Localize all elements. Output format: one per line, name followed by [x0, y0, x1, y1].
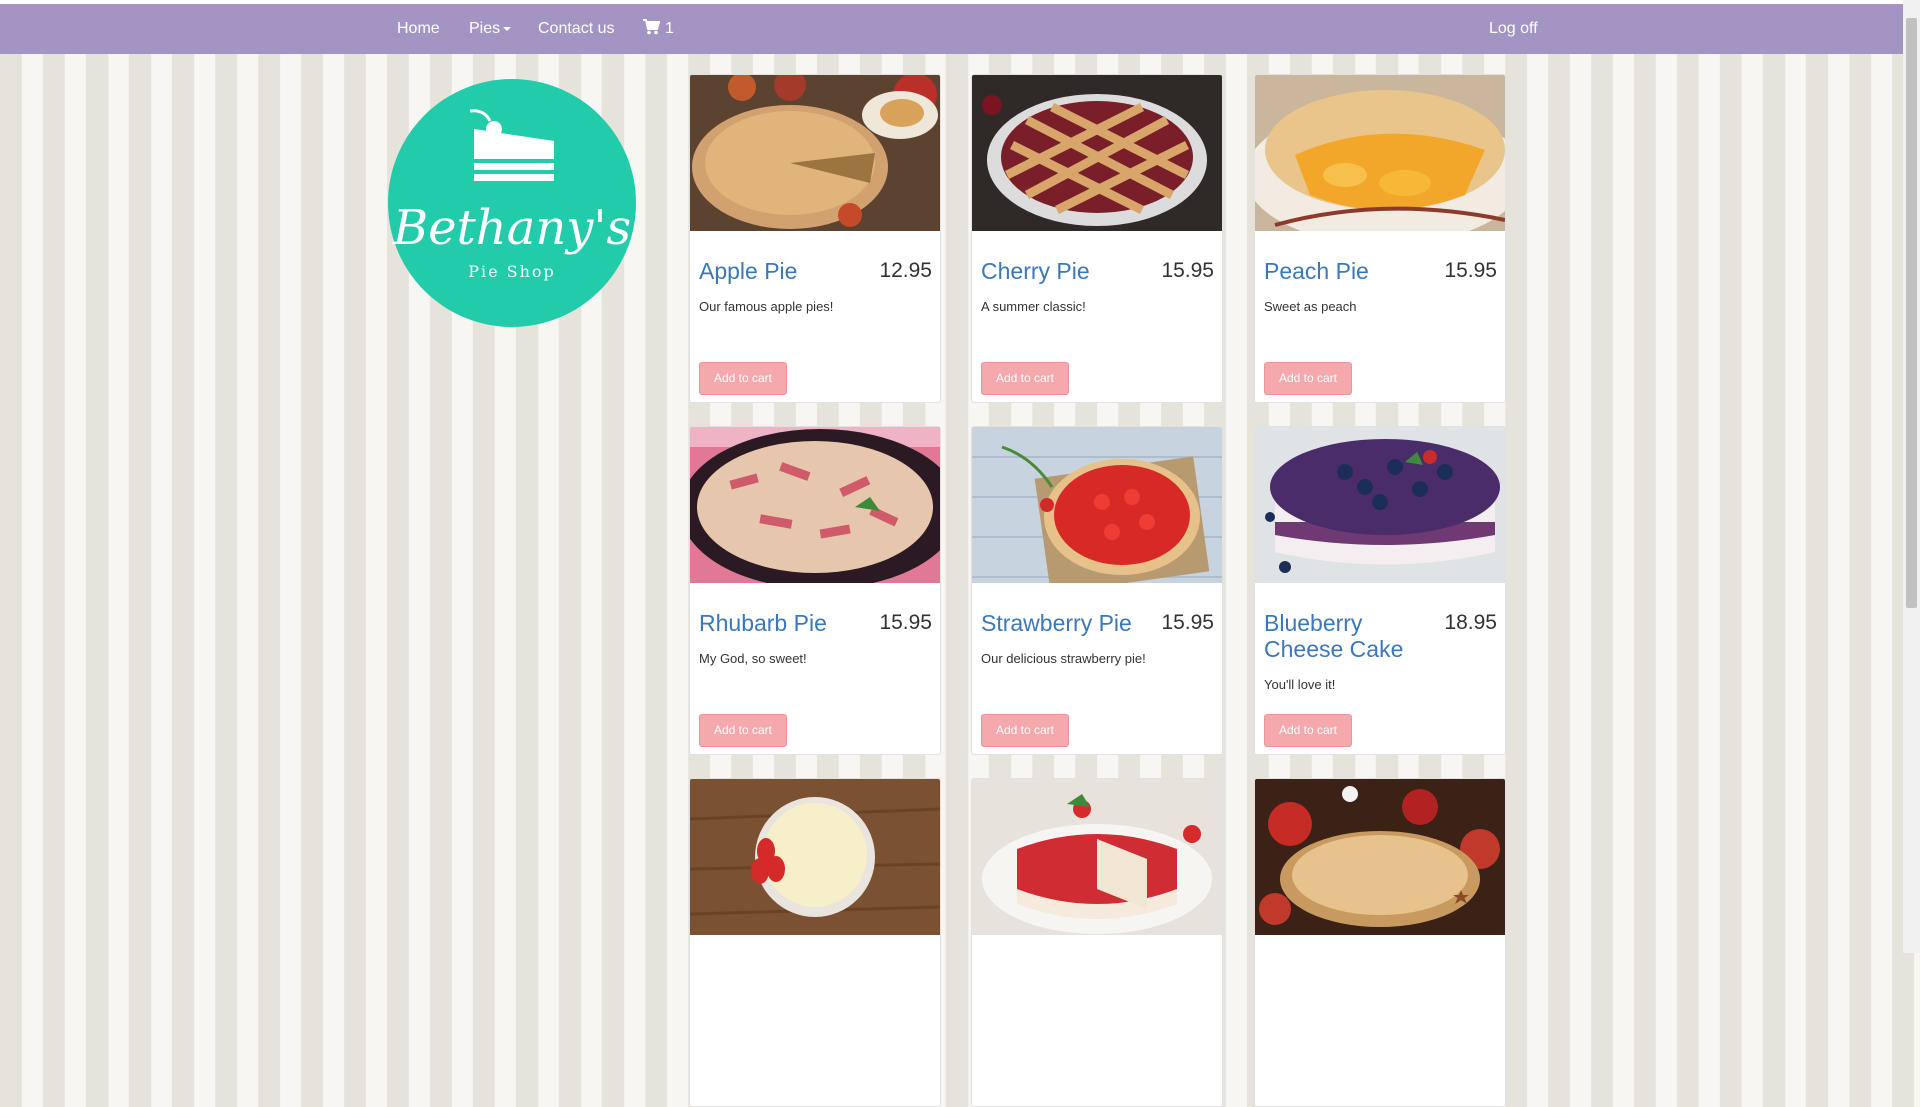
product-name[interactable]: Peach Pie [1264, 258, 1434, 284]
peach-pie-image[interactable] [1255, 75, 1505, 231]
nav-contact-link[interactable]: Contact us [538, 4, 614, 54]
strawberry-pie-image[interactable] [972, 427, 1222, 583]
bethanys-logo[interactable]: Bethany's Pie Shop [388, 79, 636, 327]
apple-pie-image[interactable] [690, 75, 940, 231]
product-name[interactable]: Apple Pie [699, 258, 869, 284]
product-price: 15.95 [1444, 259, 1497, 282]
rhubarb-pie-image[interactable] [690, 427, 940, 583]
add-to-cart-button[interactable]: Add to cart [981, 362, 1069, 395]
product-price: 18.95 [1444, 611, 1497, 634]
scrollbar-thumb[interactable] [1906, 18, 1917, 608]
cart-count: 1 [665, 20, 674, 37]
product-name[interactable]: Rhubarb Pie [699, 610, 869, 636]
product-name[interactable]: Blueberry Cheese Cake [1264, 610, 1434, 662]
product-description: Sweet as peach [1264, 299, 1357, 314]
shopping-cart-icon [643, 19, 660, 35]
product-card-row3-1 [689, 778, 941, 1107]
product-card-strawberry-pie: Strawberry Pie 15.95 Our delicious straw… [971, 426, 1223, 755]
product-card-cherry-pie: Cherry Pie 15.95 A summer classic! Add t… [971, 74, 1223, 403]
nav-cart-link[interactable]: 1 [643, 4, 674, 54]
product-card-row3-3 [1254, 778, 1506, 1107]
product-card-peach-pie: Peach Pie 15.95 Sweet as peach Add to ca… [1254, 74, 1506, 403]
cherry-pie-image[interactable] [972, 75, 1222, 231]
product-price: 15.95 [879, 611, 932, 634]
caret-down-icon [503, 26, 512, 31]
add-to-cart-button[interactable]: Add to cart [699, 714, 787, 747]
cheesecake-image[interactable] [690, 779, 940, 935]
product-card-rhubarb-pie: Rhubarb Pie 15.95 My God, so sweet! Add … [689, 426, 941, 755]
christmas-apple-pie-image[interactable] [1255, 779, 1505, 935]
logo-tagline: Pie Shop [468, 262, 556, 281]
product-price: 12.95 [879, 259, 932, 282]
product-description: You'll love it! [1264, 677, 1336, 692]
blueberry-cheese-cake-image[interactable] [1255, 427, 1505, 583]
add-to-cart-button[interactable]: Add to cart [981, 714, 1069, 747]
strawberry-cheese-cake-image[interactable] [972, 779, 1222, 935]
product-description: Our famous apple pies! [699, 299, 834, 314]
add-to-cart-button[interactable]: Add to cart [1264, 714, 1352, 747]
product-price: 15.95 [1161, 611, 1214, 634]
product-description: Our delicious strawberry pie! [981, 651, 1146, 666]
add-to-cart-button[interactable]: Add to cart [1264, 362, 1352, 395]
product-name[interactable]: Strawberry Pie [981, 610, 1151, 636]
product-price: 15.95 [1161, 259, 1214, 282]
nav-pies-label: Pies [469, 20, 501, 37]
nav-logoff-link[interactable]: Log off [1489, 4, 1538, 54]
nav-pies-dropdown[interactable]: Pies [469, 4, 512, 54]
product-description: A summer classic! [981, 299, 1086, 314]
product-card-row3-2 [971, 778, 1223, 1107]
add-to-cart-button[interactable]: Add to cart [699, 362, 787, 395]
logo-brand-name: Bethany's [392, 200, 631, 256]
product-card-apple-pie: Apple Pie 12.95 Our famous apple pies! A… [689, 74, 941, 403]
top-navbar: Home Pies Contact us 1 Log off [0, 4, 1903, 54]
nav-home-link[interactable]: Home [397, 4, 440, 54]
product-card-blueberry-cheese-cake: Blueberry Cheese Cake 18.95 You'll love … [1254, 426, 1506, 755]
product-description: My God, so sweet! [699, 651, 807, 666]
product-name[interactable]: Cherry Pie [981, 258, 1151, 284]
